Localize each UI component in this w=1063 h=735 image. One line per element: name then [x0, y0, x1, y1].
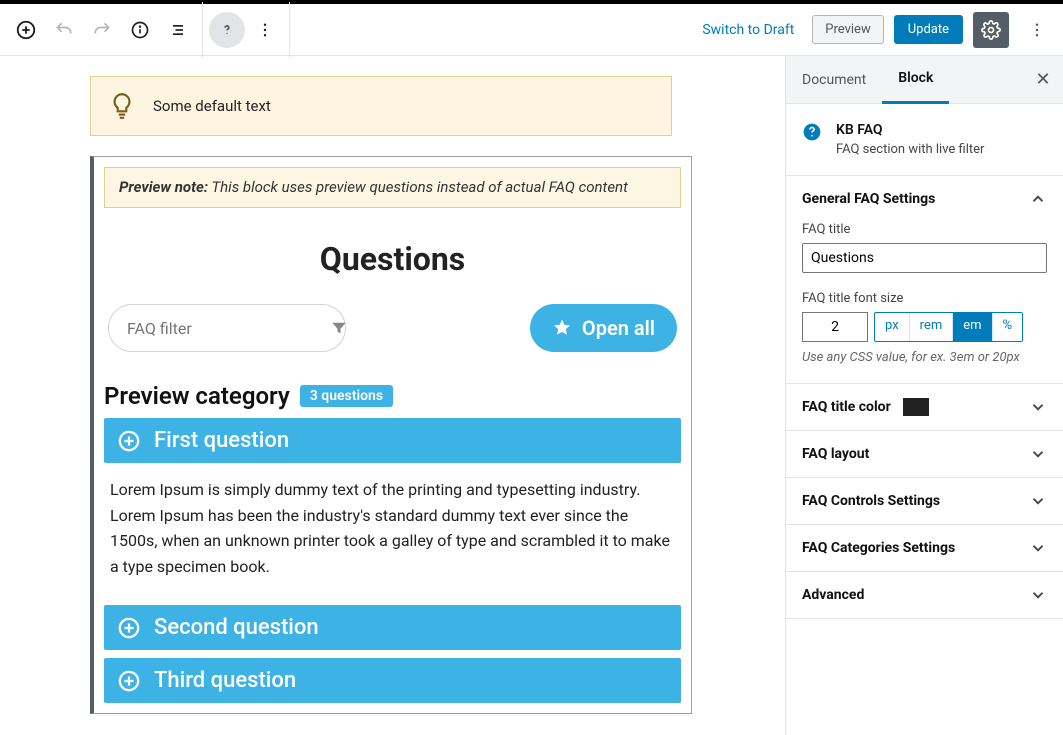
question-row[interactable]: First question	[104, 418, 681, 463]
chevron-down-icon	[1029, 445, 1047, 463]
font-size-help: Use any CSS value, for ex. 3em or 20px	[802, 350, 1047, 365]
question-label: Third question	[154, 668, 296, 693]
outline-button[interactable]	[160, 12, 196, 48]
faq-filter-input[interactable]	[127, 319, 330, 338]
question-row[interactable]: Third question	[104, 658, 681, 703]
category-heading: Preview category 3 questions	[104, 382, 681, 410]
chevron-down-icon	[1029, 398, 1047, 416]
open-all-label: Open all	[582, 316, 655, 340]
update-button[interactable]: Update	[894, 15, 963, 44]
plus-circle-icon	[118, 617, 140, 639]
chevron-down-icon	[1029, 539, 1047, 557]
panel-categories-header[interactable]: FAQ Categories Settings	[786, 525, 1063, 571]
unit-toggle-group: px rem em %	[874, 312, 1023, 342]
unit-rem-button[interactable]: rem	[910, 313, 954, 341]
question-label: First question	[154, 428, 289, 453]
settings-button[interactable]	[973, 12, 1009, 48]
panel-general: General FAQ Settings FAQ title FAQ title…	[786, 176, 1063, 384]
faq-filter-input-wrap[interactable]	[108, 304, 346, 352]
tab-document[interactable]: Document	[786, 56, 882, 104]
editor-toolbar: Switch to Draft Preview Update	[0, 0, 1063, 56]
panel-layout-header[interactable]: FAQ layout	[786, 431, 1063, 477]
faq-title-input[interactable]	[802, 243, 1047, 273]
category-label: Preview category	[104, 382, 290, 410]
star-icon	[552, 318, 572, 338]
answer-body: Lorem Ipsum is simply dummy text of the …	[104, 463, 681, 597]
switch-to-draft-link[interactable]: Switch to Draft	[694, 22, 802, 38]
faq-heading: Questions	[104, 240, 681, 278]
preview-note-label: Preview note:	[119, 178, 208, 196]
unit-px-button[interactable]: px	[875, 313, 910, 341]
sidebar-tabs: Document Block ✕	[786, 56, 1063, 104]
preview-note: Preview note: This block uses preview qu…	[104, 167, 681, 208]
add-block-button[interactable]	[8, 12, 44, 48]
panel-general-header[interactable]: General FAQ Settings	[786, 176, 1063, 222]
inspector-sidebar: Document Block ✕ KB FAQ FAQ section with…	[785, 56, 1063, 735]
question-count-badge: 3 questions	[300, 385, 393, 407]
plus-circle-icon	[118, 430, 140, 452]
help-circle-icon	[802, 122, 822, 142]
toolbar-more-button[interactable]	[247, 12, 283, 48]
lightbulb-icon	[109, 91, 135, 121]
panel-controls-header[interactable]: FAQ Controls Settings	[786, 478, 1063, 524]
info-button[interactable]	[122, 12, 158, 48]
unit-em-button[interactable]: em	[953, 313, 992, 341]
faq-block[interactable]: Preview note: This block uses preview qu…	[90, 156, 692, 714]
block-title: KB FAQ	[836, 122, 984, 138]
unit-percent-button[interactable]: %	[993, 313, 1023, 341]
redo-button[interactable]	[84, 12, 120, 48]
font-size-number-input[interactable]	[802, 312, 868, 342]
panel-advanced-header[interactable]: Advanced	[786, 572, 1063, 618]
close-sidebar-button[interactable]: ✕	[1023, 69, 1063, 90]
plus-circle-icon	[118, 670, 140, 692]
tip-block[interactable]: Some default text	[90, 76, 672, 136]
color-swatch	[903, 398, 929, 416]
open-all-button[interactable]: Open all	[530, 304, 677, 352]
chevron-up-icon	[1029, 190, 1047, 208]
font-size-field-label: FAQ title font size	[802, 291, 1047, 306]
filter-icon	[330, 319, 348, 337]
editor-more-button[interactable]	[1019, 12, 1055, 48]
tab-block[interactable]: Block	[882, 56, 949, 104]
tip-text: Some default text	[153, 97, 271, 115]
question-row[interactable]: Second question	[104, 605, 681, 650]
undo-button[interactable]	[46, 12, 82, 48]
faq-title-field-label: FAQ title	[802, 222, 1047, 237]
block-description: KB FAQ FAQ section with live filter	[786, 104, 1063, 176]
question-label: Second question	[154, 615, 319, 640]
block-subtitle: FAQ section with live filter	[836, 142, 984, 157]
help-button[interactable]	[209, 12, 245, 48]
chevron-down-icon	[1029, 492, 1047, 510]
preview-button[interactable]: Preview	[812, 15, 883, 44]
editor-canvas: Some default text Preview note: This blo…	[0, 56, 785, 735]
preview-note-text: This block uses preview questions instea…	[208, 178, 628, 196]
panel-title-color-header[interactable]: FAQ title color	[786, 384, 1063, 430]
chevron-down-icon	[1029, 586, 1047, 604]
